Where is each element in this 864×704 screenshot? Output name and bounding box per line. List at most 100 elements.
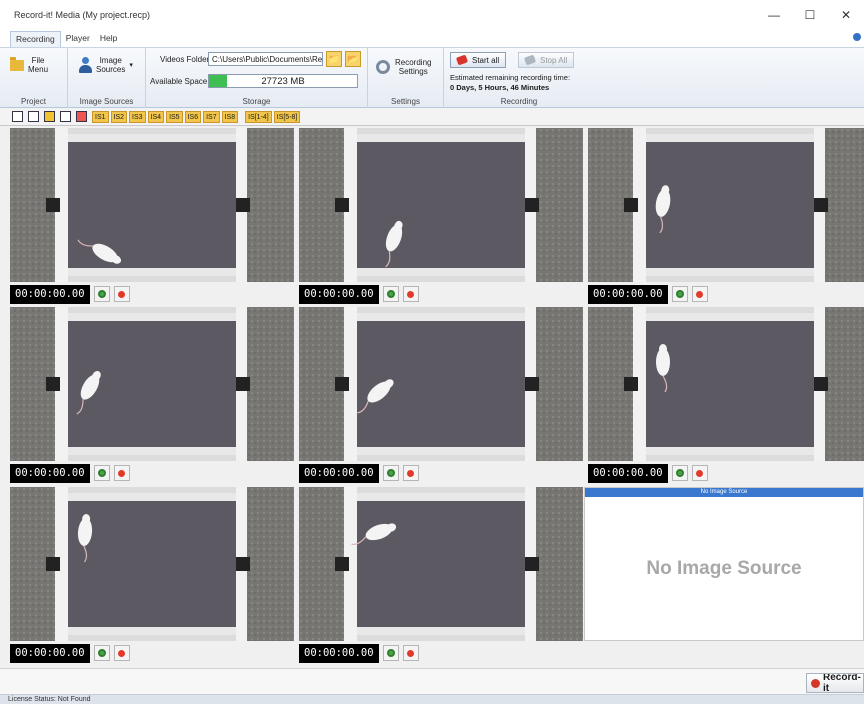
camera-controls: 00:00:00.00 (299, 283, 583, 305)
image-sources-group: Image Sources ▾ Image Sources (68, 48, 146, 108)
camera-record-button[interactable] (402, 645, 419, 661)
window-controls: — ☐ ✕ (756, 0, 864, 30)
camera-settings-button[interactable] (382, 645, 399, 661)
camera-video-feed[interactable] (10, 487, 294, 641)
camera-record-button[interactable] (691, 286, 708, 302)
camera-record-button[interactable] (402, 465, 419, 481)
record-icon (407, 290, 415, 298)
camera-video-feed[interactable] (10, 128, 294, 282)
tab-player[interactable]: Player (61, 31, 95, 47)
camera-video-feed[interactable] (588, 307, 864, 461)
settings-icon (386, 469, 395, 477)
record-it-label: Record-it (823, 673, 861, 693)
layout-2x2-icon[interactable] (28, 111, 39, 122)
recording-group-label: Recording (500, 97, 538, 106)
recording-timer: 00:00:00.00 (299, 643, 379, 663)
layout-single-icon[interactable] (60, 111, 71, 122)
source-is2[interactable]: IS2 (110, 110, 128, 123)
maximize-button[interactable]: ☐ (792, 0, 828, 30)
view-toolbar: IS1 IS2 IS3 IS4 IS5 IS6 IS7 IS8 IS[1-4] … (0, 108, 864, 126)
available-space-bar: 27723 MB (208, 74, 358, 88)
camera-record-button[interactable] (691, 465, 708, 481)
source-is5[interactable]: IS5 (166, 110, 183, 123)
source-is3[interactable]: IS3 (129, 110, 146, 123)
start-all-button[interactable]: Start all (450, 52, 507, 68)
camera-settings-button[interactable] (93, 465, 110, 481)
record-icon (696, 469, 704, 477)
tab-recording[interactable]: Recording (10, 31, 61, 47)
camera-video-feed[interactable] (588, 128, 864, 282)
minimize-button[interactable]: — (756, 0, 792, 30)
camera-video-feed[interactable] (299, 487, 583, 641)
tab-help[interactable]: Help (95, 31, 122, 47)
camera-record-button[interactable] (113, 465, 130, 481)
image-sources-group-label: Image Sources (79, 97, 134, 106)
camera-record-button[interactable] (113, 645, 130, 661)
no-image-source-header: No Image Source (585, 488, 863, 497)
camera-video-feed[interactable] (10, 307, 294, 461)
record-icon (118, 469, 126, 477)
camera-controls: 00:00:00.00 (299, 462, 583, 484)
camera-cell: 00:00:00.00 (588, 307, 864, 486)
recording-settings-button[interactable]: Recording Settings (376, 58, 431, 76)
recording-timer: 00:00:00.00 (10, 643, 90, 663)
open-folder-icon[interactable]: 📂 (345, 51, 361, 67)
camera-cell: 00:00:00.00 (299, 128, 583, 307)
ribbon: File Menu Project Image Sources ▾ Image … (0, 48, 864, 108)
title-bar: Record-it! Media (My project.recp) — ☐ ✕ (0, 0, 864, 30)
help-icon[interactable] (853, 33, 861, 41)
image-sources-label: Image Sources (96, 56, 126, 74)
available-space-label: Available Space: (150, 77, 210, 86)
source-is6[interactable]: IS6 (184, 110, 202, 123)
source-is4[interactable]: IS4 (147, 110, 165, 123)
camera-cell: 00:00:00.00 (10, 128, 294, 307)
layout-3x3-icon[interactable] (44, 111, 55, 122)
camera-record-button[interactable] (113, 286, 130, 302)
settings-group-label: Settings (391, 97, 420, 106)
project-group: File Menu Project (0, 48, 68, 108)
camera-controls: 00:00:00.00 (10, 283, 294, 305)
stop-all-button[interactable]: Stop All (518, 52, 575, 68)
layout-1x1-icon[interactable] (12, 111, 23, 122)
source-is1[interactable]: IS1 (92, 110, 109, 123)
camera-cell: 00:00:00.00 (299, 487, 583, 666)
videos-folder-field[interactable]: C:\Users\Public\Documents\Re (208, 52, 323, 66)
camera-settings-button[interactable] (671, 286, 688, 302)
settings-icon (386, 290, 395, 298)
camera-controls: 00:00:00.00 (588, 283, 864, 305)
record-icon (407, 649, 415, 657)
recording-timer: 00:00:00.00 (10, 284, 90, 304)
recording-settings-label: Recording Settings (395, 58, 432, 76)
recording-timer: 00:00:00.00 (588, 463, 668, 483)
camera-settings-button[interactable] (93, 286, 110, 302)
settings-icon (675, 290, 684, 298)
source-is8[interactable]: IS8 (221, 110, 239, 123)
videos-folder-label: Videos Folder: (160, 55, 212, 64)
source-is7[interactable]: IS7 (203, 110, 220, 123)
close-button[interactable]: ✕ (828, 0, 864, 30)
record-icon (696, 290, 704, 298)
camera-settings-button[interactable] (93, 645, 110, 661)
record-it-button[interactable]: Record-it (806, 673, 864, 693)
recording-group: Start all Stop All Estimated remaining r… (444, 48, 594, 108)
image-sources-button[interactable]: Image Sources ▾ (78, 56, 133, 74)
camera-cell: 00:00:00.00 (299, 307, 583, 486)
camera-settings-button[interactable] (671, 465, 688, 481)
camera-record-button[interactable] (402, 286, 419, 302)
source-group-5-8[interactable]: IS[5-8] (273, 110, 301, 123)
settings-icon (97, 469, 106, 477)
camera-video-feed[interactable] (299, 307, 583, 461)
file-menu-button[interactable]: File Menu (10, 56, 48, 74)
layout-pip-icon[interactable] (76, 111, 87, 122)
camera-settings-button[interactable] (382, 286, 399, 302)
camera-settings-button[interactable] (382, 465, 399, 481)
camera-cell: 00:00:00.00 (10, 487, 294, 666)
browse-folder-icon[interactable]: 📁 (326, 51, 342, 67)
image-sources-icon (78, 57, 92, 73)
camera-controls: 00:00:00.00 (10, 462, 294, 484)
source-group-1-4[interactable]: IS[1-4] (245, 110, 272, 123)
no-image-source-text: No Image Source (646, 558, 802, 579)
camera-video-feed[interactable] (299, 128, 583, 282)
camera-controls: 00:00:00.00 (588, 462, 864, 484)
recording-timer: 00:00:00.00 (299, 463, 379, 483)
